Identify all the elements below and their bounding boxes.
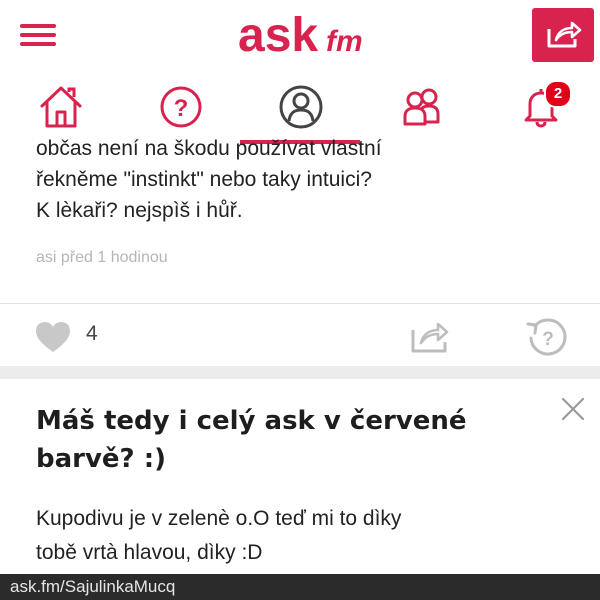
divider	[0, 303, 600, 304]
answer-line: řekněme "instinkt" nebo taky intuici?	[36, 168, 372, 191]
like-count: 4	[86, 322, 98, 345]
question-title-line: barvě? :)	[36, 444, 166, 474]
question-icon: ?	[160, 86, 202, 128]
answer-line: K lèkaři? nejspìš i hůř.	[36, 199, 243, 222]
answer-text: občas není na škodu používat vlastní řek…	[36, 133, 576, 226]
svg-text:?: ?	[174, 95, 189, 122]
question-answer: Kupodivu je v zelenè o.O teď mi to dìky …	[36, 502, 576, 570]
answer-line: Kupodivu je v zelenè o.O teď mi to dìky	[36, 507, 402, 530]
share-icon	[547, 21, 582, 48]
profile-icon	[279, 85, 323, 129]
askfm-logo[interactable]: ask fm	[238, 6, 368, 62]
home-icon	[40, 86, 82, 128]
heart-icon[interactable]	[34, 320, 72, 354]
top-bar: ask fm	[0, 0, 600, 70]
question-title-line: Máš tedy i celý ask v červené	[36, 406, 467, 436]
svg-text:fm: fm	[326, 25, 363, 58]
answer-line: tobě vrtà hlavou, dìky :D	[36, 541, 263, 564]
close-icon[interactable]	[560, 396, 586, 422]
share-answer-icon[interactable]	[410, 318, 450, 354]
ask-back-icon[interactable]: ?	[526, 316, 568, 358]
answer-timestamp[interactable]: asi před 1 hodinou	[36, 249, 168, 267]
answer-line: občas není na škodu používat vlastní	[36, 137, 382, 160]
url-bar: ask.fm/SajulinkaMucq	[0, 574, 600, 600]
svg-text:ask: ask	[238, 9, 318, 62]
friends-icon	[403, 88, 440, 126]
svg-text:?: ?	[542, 329, 554, 350]
section-gap	[0, 366, 600, 379]
notification-badge: 2	[544, 80, 572, 108]
share-button[interactable]	[532, 8, 594, 62]
hamburger-icon[interactable]	[20, 24, 56, 46]
question-title[interactable]: Máš tedy i celý ask v červené barvě? :)	[36, 402, 556, 478]
profile-url: ask.fm/SajulinkaMucq	[10, 577, 176, 596]
